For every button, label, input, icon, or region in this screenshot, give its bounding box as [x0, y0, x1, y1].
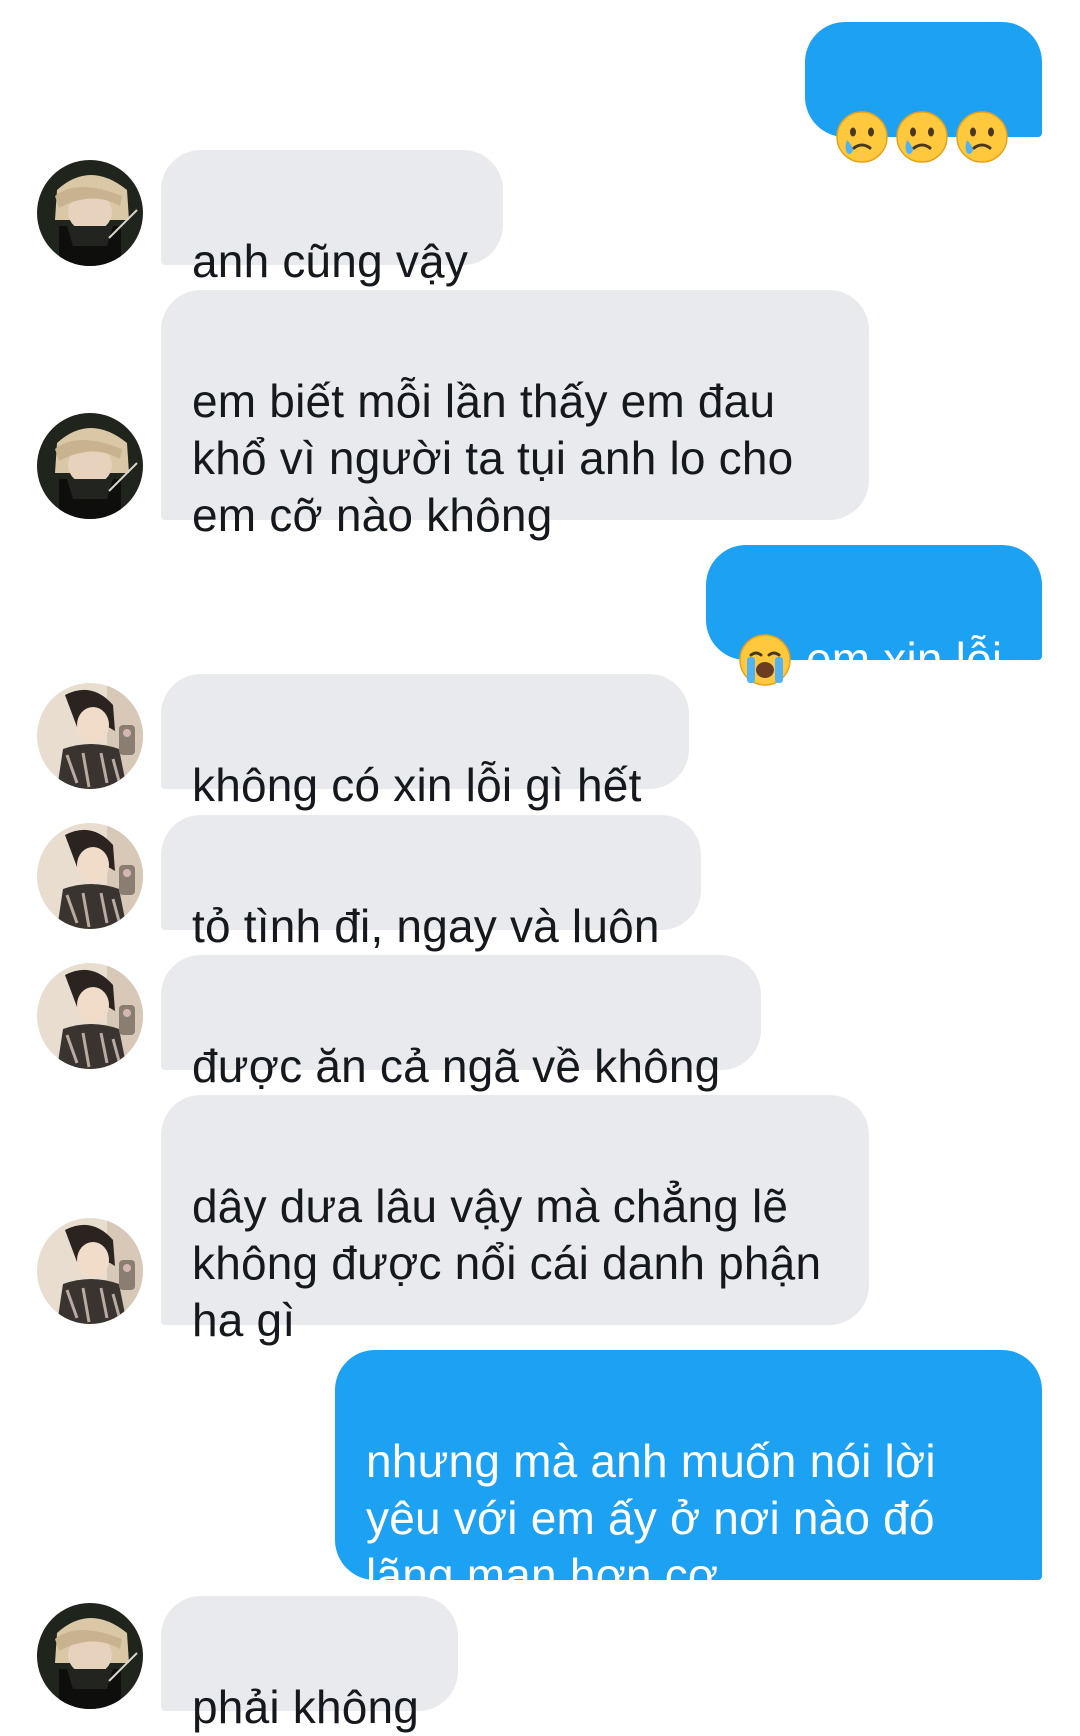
crying-face-icon [895, 53, 949, 221]
message-text: em biết mỗi lần thấy em đau khổ vì người… [192, 375, 794, 541]
incoming-message-bubble[interactable]: phải không [161, 1596, 458, 1733]
avatar[interactable] [37, 1603, 143, 1709]
loudly-crying-face-icon [738, 576, 792, 744]
outgoing-message-bubble[interactable]: em xin lỗi [706, 545, 1042, 686]
incoming-message-bubble[interactable]: dây dưa lâu vậy mà chẳng lẽ không được n… [161, 1095, 869, 1346]
incoming-message-bubble[interactable]: anh cũng vậy [161, 150, 503, 287]
message-text: tỏ tình đi, ngay và luôn [192, 900, 660, 952]
avatar[interactable] [37, 160, 143, 266]
emoji-group [835, 108, 1012, 165]
outgoing-message-bubble[interactable] [805, 22, 1042, 163]
avatar[interactable] [37, 683, 143, 789]
avatar-masked-icon [37, 160, 143, 266]
message-text: được ăn cả ngã về không [192, 1040, 721, 1092]
avatar[interactable] [37, 413, 143, 519]
message-text: phải không [192, 1681, 420, 1733]
message-text: nhưng mà anh muốn nói lời yêu với em ấy … [366, 1435, 936, 1601]
conversation-thread: anh cũng vậy em biết mỗi lần thấy em đau… [0, 0, 1080, 1733]
incoming-message-bubble[interactable]: không có xin lỗi gì hết [161, 674, 689, 811]
avatar[interactable] [37, 823, 143, 929]
avatar[interactable] [37, 963, 143, 1069]
crying-face-icon [835, 53, 889, 221]
message-content: em xin lỗi [738, 631, 1012, 688]
avatar-masked-icon [37, 1603, 143, 1709]
avatar-masked-icon [37, 413, 143, 519]
avatar[interactable] [37, 1218, 143, 1324]
message-text: em xin lỗi [806, 633, 1003, 685]
incoming-message-bubble[interactable]: tỏ tình đi, ngay và luôn [161, 815, 701, 952]
message-text: dây dưa lâu vậy mà chẳng lẽ không được n… [192, 1180, 822, 1346]
incoming-message-bubble[interactable]: được ăn cả ngã về không [161, 955, 761, 1092]
avatar-mirror-selfie-icon [37, 683, 143, 789]
outgoing-message-bubble[interactable]: nhưng mà anh muốn nói lời yêu với em ấy … [335, 1350, 1042, 1601]
message-text: không có xin lỗi gì hết [192, 759, 642, 811]
avatar-mirror-selfie-icon [37, 823, 143, 929]
avatar-mirror-selfie-icon [37, 963, 143, 1069]
message-text: anh cũng vậy [192, 235, 469, 287]
avatar-mirror-selfie-icon [37, 1218, 143, 1324]
incoming-message-bubble[interactable]: em biết mỗi lần thấy em đau khổ vì người… [161, 290, 869, 541]
crying-face-icon [955, 53, 1009, 221]
